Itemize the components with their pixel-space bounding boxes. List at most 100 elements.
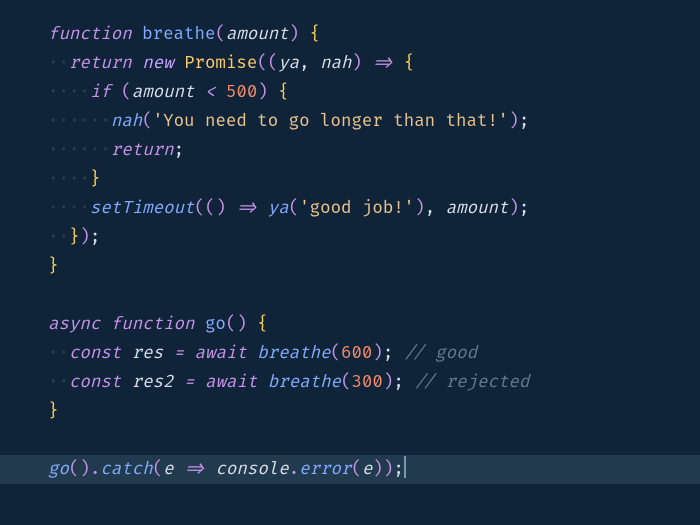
code-token: 'You need to go longer than that!' bbox=[153, 111, 509, 132]
code-line[interactable]: ····} bbox=[48, 165, 700, 194]
code-token: // rejected bbox=[414, 372, 529, 393]
code-token: amount bbox=[132, 82, 205, 103]
code-token: => bbox=[372, 53, 393, 74]
code-token: => bbox=[236, 198, 257, 219]
code-token: ( bbox=[215, 24, 225, 45]
code-token bbox=[174, 372, 184, 393]
code-token: 500 bbox=[226, 82, 257, 103]
code-token: e bbox=[362, 459, 372, 480]
code-token bbox=[393, 53, 403, 74]
code-token: ( bbox=[289, 198, 299, 219]
code-token bbox=[404, 372, 414, 393]
code-token: () bbox=[69, 459, 90, 480]
code-token: ; bbox=[519, 198, 529, 219]
code-token: ( bbox=[121, 82, 131, 103]
code-token: ) bbox=[508, 198, 518, 219]
code-line[interactable]: } bbox=[48, 397, 700, 426]
code-token: amount bbox=[446, 198, 509, 219]
code-token: ) bbox=[372, 343, 382, 364]
code-token: ; bbox=[174, 140, 184, 161]
code-token bbox=[195, 372, 205, 393]
code-token: ) bbox=[383, 372, 393, 393]
code-token bbox=[257, 198, 267, 219]
code-line[interactable]: function breathe(amount) { bbox=[48, 20, 700, 49]
code-token bbox=[174, 53, 184, 74]
code-token bbox=[257, 372, 267, 393]
code-token: ( bbox=[331, 343, 341, 364]
code-line[interactable]: } bbox=[48, 252, 700, 281]
code-token: = bbox=[184, 372, 194, 393]
code-token: await bbox=[205, 372, 257, 393]
code-token: ) bbox=[257, 82, 267, 103]
code-token: async bbox=[48, 314, 100, 335]
code-token: console bbox=[215, 459, 288, 480]
code-token: ( bbox=[351, 459, 361, 480]
code-token: return bbox=[69, 53, 132, 74]
code-token: => bbox=[184, 459, 205, 480]
code-token: function bbox=[48, 24, 132, 45]
code-token: , bbox=[425, 198, 435, 219]
code-line[interactable]: ··}); bbox=[48, 223, 700, 252]
code-token: . bbox=[289, 459, 299, 480]
code-token bbox=[215, 82, 225, 103]
code-token: () bbox=[226, 314, 247, 335]
code-token: if bbox=[90, 82, 111, 103]
code-token: nah bbox=[111, 111, 142, 132]
code-line[interactable]: ··const res = await breathe(600); // goo… bbox=[48, 339, 700, 368]
code-token: )) bbox=[372, 459, 393, 480]
code-token: , bbox=[299, 53, 309, 74]
code-token: go bbox=[205, 314, 226, 335]
code-line[interactable]: async function go() { bbox=[48, 310, 700, 339]
code-token: breathe bbox=[257, 343, 330, 364]
code-token bbox=[362, 53, 372, 74]
code-line[interactable] bbox=[48, 281, 700, 310]
code-line[interactable]: ··return new Promise((ya, nah) => { bbox=[48, 49, 700, 78]
code-token: 'good job!' bbox=[299, 198, 414, 219]
code-token bbox=[121, 372, 131, 393]
code-token: e bbox=[163, 459, 173, 480]
code-token: setTimeout bbox=[90, 198, 195, 219]
code-token bbox=[393, 343, 403, 364]
code-token: . bbox=[90, 459, 100, 480]
code-token: const bbox=[69, 343, 121, 364]
code-token: await bbox=[195, 343, 247, 364]
code-token: } bbox=[69, 227, 79, 248]
code-token bbox=[184, 343, 194, 364]
code-token: } bbox=[48, 256, 58, 277]
code-token: ; bbox=[519, 111, 529, 132]
code-line[interactable]: ······return; bbox=[48, 136, 700, 165]
code-token: 600 bbox=[341, 343, 372, 364]
code-token: breathe bbox=[268, 372, 341, 393]
code-token: ( bbox=[153, 459, 163, 480]
code-token: ) bbox=[414, 198, 424, 219]
code-token: ) bbox=[289, 24, 299, 45]
code-line[interactable]: ··const res2 = await breathe(300); // re… bbox=[48, 368, 700, 397]
code-token: (( bbox=[195, 198, 216, 219]
code-token: { bbox=[404, 53, 414, 74]
code-token: { bbox=[310, 24, 320, 45]
code-token: = bbox=[174, 343, 184, 364]
code-token: amount bbox=[226, 24, 289, 45]
code-token: < bbox=[205, 82, 215, 103]
code-token: res bbox=[132, 343, 163, 364]
code-token: go bbox=[48, 459, 69, 480]
code-editor[interactable]: function breathe(amount) {··return new P… bbox=[0, 0, 700, 484]
code-line[interactable] bbox=[48, 426, 700, 455]
code-line[interactable]: ····if (amount < 500) { bbox=[48, 78, 700, 107]
code-token: const bbox=[69, 372, 121, 393]
code-token: // good bbox=[404, 343, 477, 364]
text-cursor bbox=[404, 456, 406, 478]
code-token bbox=[194, 314, 204, 335]
code-token bbox=[100, 314, 110, 335]
code-token bbox=[205, 459, 215, 480]
code-token bbox=[299, 24, 309, 45]
code-line[interactable]: ······nah('You need to go longer than th… bbox=[48, 107, 700, 136]
code-line[interactable]: go().catch(e => console.error(e)); bbox=[0, 455, 700, 484]
code-token bbox=[111, 82, 121, 103]
code-line[interactable]: ····setTimeout(() => ya('good job!'), am… bbox=[48, 194, 700, 223]
code-token bbox=[247, 314, 257, 335]
code-token: ) bbox=[215, 198, 225, 219]
code-token: new bbox=[142, 53, 173, 74]
code-token: ( bbox=[142, 111, 152, 132]
code-token: ) bbox=[79, 227, 89, 248]
